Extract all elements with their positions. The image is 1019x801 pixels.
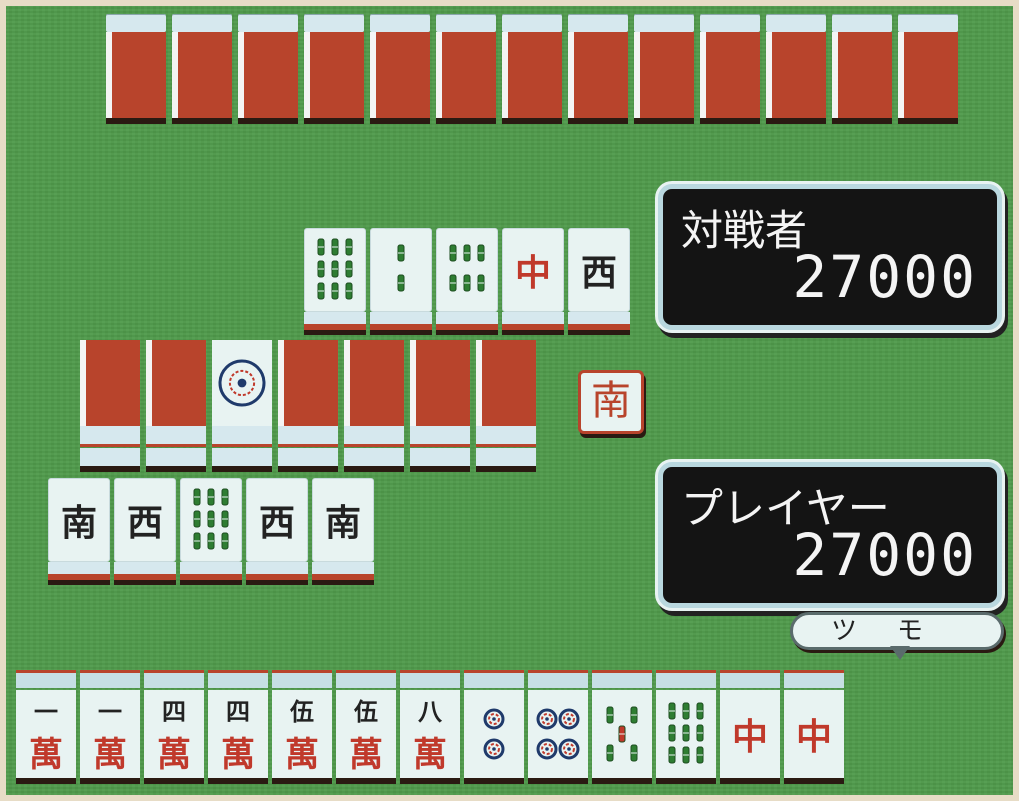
opponent-tile-back (236, 14, 302, 126)
round-wind-indicator: 南 (578, 370, 644, 434)
player-discard-tile: 南 (310, 478, 376, 588)
opponent-tile-back (170, 14, 236, 126)
tsumo-bubble-tail (890, 646, 910, 660)
opponent-tile-back (830, 14, 896, 126)
tsumo-button[interactable]: ツモ (790, 612, 1004, 650)
player-hand-tile[interactable] (526, 670, 590, 788)
opponent-tile-back (500, 14, 566, 126)
opponent-tile-back (104, 14, 170, 126)
player-hand-tile[interactable]: 中 (718, 670, 782, 788)
opponent-discards: 中西 (302, 228, 632, 338)
opponent-score-panel: 対戦者 27000 (658, 184, 1002, 330)
opponent-discard-tile (302, 228, 368, 338)
wall-tile-back (408, 340, 474, 476)
opponent-name: 対戦者 (681, 206, 808, 255)
wall-row (78, 340, 540, 476)
opponent-tile-back (698, 14, 764, 126)
opponent-tile-back (368, 14, 434, 126)
opponent-tile-back (632, 14, 698, 126)
player-hand-tile[interactable] (654, 670, 718, 788)
wall-tile-back (276, 340, 342, 476)
player-hand-tile[interactable]: 四萬 (142, 670, 206, 788)
opponent-tile-back (764, 14, 830, 126)
player-discard-tile (178, 478, 244, 588)
player-hand-tile[interactable]: 伍萬 (334, 670, 398, 788)
wall-tile-back (78, 340, 144, 476)
player-hand-tile[interactable]: 伍萬 (270, 670, 334, 788)
opponent-score: 27000 (792, 243, 977, 311)
player-hand-tile[interactable]: 八萬 (398, 670, 462, 788)
opponent-discard-tile (434, 228, 500, 338)
opponent-tile-back (434, 14, 500, 126)
opponent-discard-tile (368, 228, 434, 338)
opponent-tile-back (896, 14, 962, 126)
player-hand-tile[interactable] (590, 670, 654, 788)
opponent-discard-tile: 西 (566, 228, 632, 338)
player-score: 27000 (792, 521, 977, 589)
dora-indicator-tile (210, 340, 276, 476)
wall-tile-back (474, 340, 540, 476)
opponent-discard-tile: 中 (500, 228, 566, 338)
player-score-panel: プレイヤー 27000 (658, 462, 1002, 608)
player-discard-tile: 南 (46, 478, 112, 588)
player-hand-tile[interactable]: 一萬 (78, 670, 142, 788)
player-hand-tile[interactable]: 中 (782, 670, 846, 788)
player-discard-tile: 西 (244, 478, 310, 588)
player-hand-tile[interactable]: 一萬 (14, 670, 78, 788)
opponent-hand (104, 14, 962, 126)
opponent-tile-back (302, 14, 368, 126)
player-discards: 南西西南 (46, 478, 376, 588)
wall-tile-back (342, 340, 408, 476)
player-hand-tile[interactable] (462, 670, 526, 788)
player-discard-tile: 西 (112, 478, 178, 588)
mahjong-table: 中西 南西西南 一萬一萬四萬四萬伍萬伍萬八萬中中 対戦者 27000 プレイヤー… (0, 0, 1019, 801)
player-hand: 一萬一萬四萬四萬伍萬伍萬八萬中中 (14, 670, 846, 788)
wall-tile-back (144, 340, 210, 476)
opponent-tile-back (566, 14, 632, 126)
player-hand-tile[interactable]: 四萬 (206, 670, 270, 788)
